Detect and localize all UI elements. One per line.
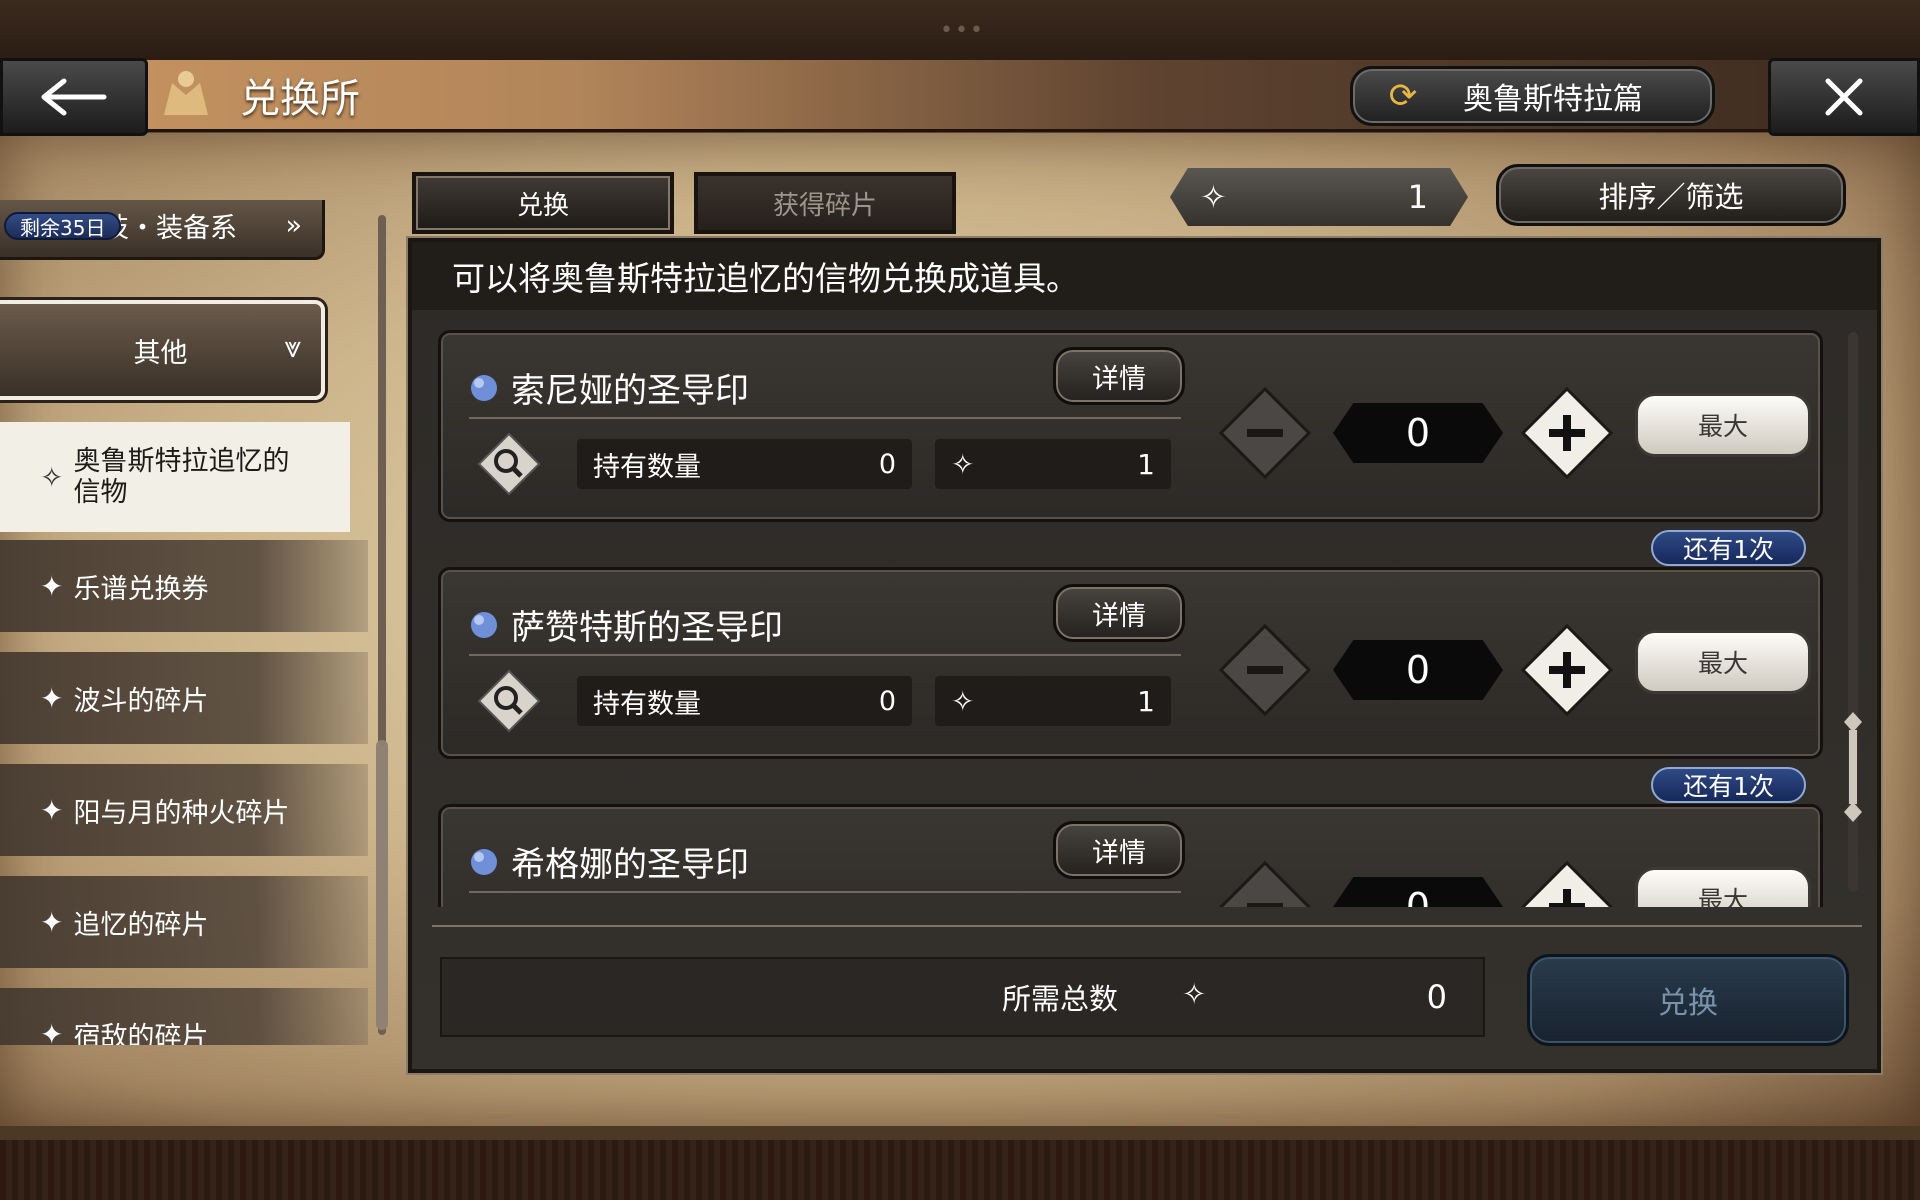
max-button[interactable]: 最大	[1635, 867, 1811, 907]
sidebar-item-memory-fragment[interactable]: ✦ 追忆的碎片	[0, 876, 368, 968]
exchange-card: 还有1次 萨赞特斯的圣导印 详情 持有数量 0 ✧ 1 0 最大	[438, 530, 1823, 759]
sparkle-icon: ✧	[951, 684, 975, 718]
sidebar-item-label: 追忆的碎片	[73, 909, 209, 941]
window-bottom-frame	[0, 1140, 1920, 1200]
chevron-right-icon: »	[285, 209, 302, 241]
max-button[interactable]: 最大	[1635, 393, 1811, 457]
arc-switch-button[interactable]: ⟳ 奥鲁斯特拉篇	[1350, 66, 1715, 126]
sparkle-icon: ✦	[40, 681, 64, 715]
sidebar-item-olstra-token[interactable]: ✧ 奥鲁斯特拉追忆的 信物	[0, 422, 350, 532]
detail-button[interactable]: 详情	[1053, 347, 1185, 405]
cost-value: 1	[1137, 684, 1155, 718]
plus-button[interactable]	[1519, 622, 1615, 718]
search-icon[interactable]	[477, 669, 541, 733]
exchange-emblem-icon	[156, 60, 216, 130]
chevron-down-icon: ⩔	[284, 330, 301, 365]
description-text: 可以将奥鲁斯特拉追忆的信物兑换成道具。	[412, 242, 1877, 310]
held-count: 持有数量 0	[577, 439, 912, 489]
exchange-list: 索尼娅的圣导印 详情 持有数量 0 ✧ 1 0 最大 还有1次 萨赞特斯的圣导印…	[412, 322, 1877, 907]
close-icon	[1825, 78, 1863, 116]
sidebar-item-label: 阳与月的种火碎片	[73, 797, 290, 829]
days-remaining-badge: 剩余35日	[4, 212, 122, 240]
window-top-frame: •••	[0, 0, 1920, 60]
detail-button[interactable]: 详情	[1053, 584, 1185, 642]
sidebar-item-sun-moon-fragment[interactable]: ✦ 阳与月的种火碎片	[0, 764, 368, 856]
sidebar-item-label: 乐谱兑换券	[73, 573, 209, 605]
gem-icon	[471, 848, 497, 875]
divider	[469, 654, 1181, 656]
sparkle-icon: ✦	[40, 569, 64, 603]
gem-icon	[471, 611, 497, 638]
page-title: 兑换所	[240, 76, 360, 122]
sparkle-icon: ✦	[40, 905, 64, 939]
search-icon[interactable]	[477, 432, 541, 496]
sparkle-icon: ✦	[40, 793, 64, 827]
sparkle-icon: ✧	[1200, 178, 1227, 216]
quantity-display: 0	[1333, 640, 1503, 700]
item-name: 萨赞特斯的圣导印	[467, 600, 783, 649]
total-label: 所需总数	[1002, 982, 1119, 1016]
sidebar: 极限技・装备系 » 其他 ⩔ ✧ 奥鲁斯特拉追忆的 信物 ✦ 乐谱兑换券 ✦ 波…	[0, 200, 370, 1045]
window-dots: •••	[940, 18, 985, 43]
held-count: 持有数量 0	[577, 676, 912, 726]
cost-box: ✧ 1	[935, 439, 1171, 489]
held-value: 0	[878, 685, 896, 717]
detail-button[interactable]: 详情	[1053, 821, 1185, 879]
remaining-badge: 还有1次	[1651, 767, 1806, 803]
held-label: 持有数量	[593, 688, 701, 720]
held-label: 持有数量	[593, 451, 701, 483]
item-name-text: 萨赞特斯的圣导印	[511, 608, 783, 648]
arc-switch-label: 奥鲁斯特拉篇	[1463, 82, 1643, 117]
quantity-display: 0	[1333, 877, 1503, 907]
sidebar-scroll-thumb[interactable]	[376, 740, 388, 1030]
remaining-badge: 还有1次	[1651, 530, 1806, 566]
divider	[432, 925, 1862, 927]
held-value: 0	[878, 448, 896, 480]
currency-counter: ✧ 1	[1170, 168, 1468, 226]
exchange-card: 索尼娅的圣导印 详情 持有数量 0 ✧ 1 0 最大	[438, 330, 1823, 522]
sparkle-icon: ✦	[40, 1017, 64, 1046]
sidebar-item-label: 奥鲁斯特拉追忆的 信物	[73, 445, 290, 508]
tab-exchange[interactable]: 兑换	[412, 172, 674, 234]
max-button[interactable]: 最大	[1635, 630, 1811, 694]
category-dropdown[interactable]: 其他 ⩔	[0, 300, 325, 400]
minus-button[interactable]	[1217, 622, 1313, 718]
refresh-icon: ⟳	[1388, 76, 1418, 116]
total-required-box: 所需总数 ✧ 0	[440, 957, 1485, 1037]
category-dropdown-label: 其他	[133, 337, 188, 369]
sidebar-item-label: 宿敌的碎片	[73, 1021, 209, 1046]
back-arrow-icon	[41, 78, 107, 116]
cost-box: ✧ 1	[935, 676, 1171, 726]
sidebar-item-rival-fragment[interactable]: ✦ 宿敌的碎片	[0, 988, 368, 1045]
divider	[469, 417, 1181, 419]
list-scroll-thumb[interactable]	[1842, 712, 1864, 822]
sparkle-icon: ✧	[951, 447, 975, 481]
back-button[interactable]	[0, 58, 148, 136]
quantity-display: 0	[1333, 403, 1503, 463]
minus-button[interactable]	[1217, 859, 1313, 907]
item-name: 希格娜的圣导印	[467, 837, 749, 886]
sidebar-item-score-voucher[interactable]: ✦ 乐谱兑换券	[0, 540, 368, 632]
plus-button[interactable]	[1519, 385, 1615, 481]
sidebar-item-battle-fragment[interactable]: ✦ 波斗的碎片	[0, 652, 368, 744]
plus-button[interactable]	[1519, 859, 1615, 907]
currency-value: 1	[1407, 178, 1428, 216]
sparkle-icon: ✧	[40, 460, 64, 494]
exchange-card: 还有1次 希格娜的圣导印 详情 0 最大	[438, 767, 1823, 907]
cost-value: 1	[1137, 447, 1155, 481]
sidebar-item-label: 波斗的碎片	[73, 685, 209, 717]
item-name-text: 希格娜的圣导印	[511, 845, 749, 885]
close-button[interactable]	[1768, 58, 1920, 136]
tab-get-fragments[interactable]: 获得碎片	[694, 172, 956, 234]
item-name: 索尼娅的圣导印	[467, 363, 749, 412]
sparkle-icon: ✧	[1182, 977, 1207, 1011]
sort-filter-button[interactable]: 排序／筛选	[1496, 164, 1846, 226]
divider	[469, 891, 1181, 893]
item-name-text: 索尼娅的圣导印	[511, 371, 749, 411]
exchange-panel: 可以将奥鲁斯特拉追忆的信物兑换成道具。 索尼娅的圣导印 详情 持有数量 0 ✧ …	[408, 238, 1881, 1073]
gem-icon	[471, 374, 497, 401]
total-value: 0	[1426, 978, 1447, 1016]
exchange-button[interactable]: 兑换	[1527, 954, 1849, 1046]
minus-button[interactable]	[1217, 385, 1313, 481]
